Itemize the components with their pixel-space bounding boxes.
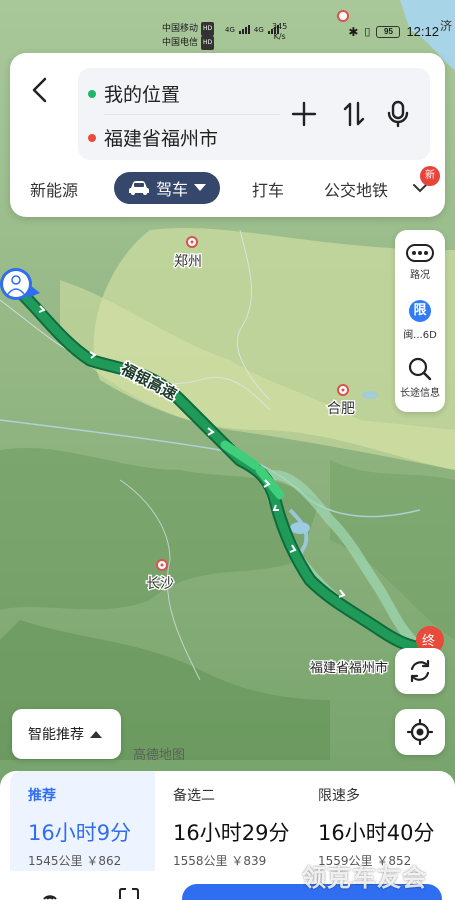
route-option-1[interactable]: 推荐 16小时9分 1545公里 ￥862 bbox=[10, 771, 155, 871]
share-icon[interactable] bbox=[118, 887, 140, 900]
carrier-info: 中国移动 HD 中国电信 HD bbox=[162, 22, 215, 50]
origin-dot-icon bbox=[88, 90, 96, 98]
tab-new-energy[interactable]: 新能源 bbox=[30, 177, 78, 201]
new-badge: 新 bbox=[420, 166, 440, 186]
traffic-label: 路况 bbox=[410, 270, 430, 281]
clock: 12:12 bbox=[406, 24, 439, 39]
route-option-label: 备选二 bbox=[173, 788, 215, 804]
limit-icon: 限 bbox=[409, 300, 431, 322]
route-option-time: 16小时9分 bbox=[28, 821, 132, 845]
long-trip-label: 长途信息 bbox=[400, 388, 440, 399]
caret-up-icon bbox=[90, 730, 102, 738]
locate-icon bbox=[406, 718, 434, 746]
svg-text:郑州: 郑州 bbox=[174, 254, 202, 270]
locate-button[interactable] bbox=[395, 709, 445, 755]
transport-mode-tabs: 新能源 驾车 打车 公交地铁 新 bbox=[10, 166, 445, 206]
battery-icon: 95 bbox=[376, 25, 401, 38]
watermark: 领克车友会 bbox=[302, 864, 427, 892]
carrier-2: 中国电信 bbox=[162, 38, 199, 48]
microphone-icon[interactable] bbox=[384, 100, 412, 128]
destination-city-label: 福建省福州市 bbox=[310, 660, 388, 676]
route-option-2[interactable]: 备选二 16小时29分 1558公里 ￥839 bbox=[155, 771, 300, 871]
svg-text:长沙: 长沙 bbox=[146, 576, 174, 592]
map-tools-panel: 路况 限 闽...6D 长途信息 bbox=[395, 230, 445, 412]
refresh-icon bbox=[410, 659, 430, 683]
refresh-route-button[interactable] bbox=[395, 648, 445, 694]
route-option-meta: 1558公里 ￥839 bbox=[173, 854, 267, 868]
swap-route-icon[interactable] bbox=[340, 100, 368, 128]
destination-input[interactable]: 福建省福州市 bbox=[104, 124, 218, 151]
svg-text:终: 终 bbox=[422, 633, 435, 649]
long-trip-button[interactable]: 长途信息 bbox=[395, 356, 445, 399]
origin-input[interactable]: 我的位置 bbox=[104, 80, 180, 107]
tab-transit[interactable]: 公交地铁 bbox=[324, 177, 424, 201]
vibrate-icon: ▯ bbox=[364, 26, 371, 38]
add-waypoint-icon[interactable] bbox=[290, 100, 318, 128]
traffic-icon bbox=[406, 244, 434, 262]
limit-label: 闽...6D bbox=[403, 330, 437, 341]
svg-text:合肥: 合肥 bbox=[327, 401, 355, 417]
back-icon[interactable] bbox=[28, 75, 52, 105]
route-option-time: 16小时29分 bbox=[173, 821, 290, 845]
route-search-card: 我的位置 福建省福州市 新能源 驾车 打车 公交地铁 新 bbox=[10, 53, 445, 217]
amap-logo: 高德地图 bbox=[133, 748, 186, 763]
route-option-3[interactable]: 限速多 16小时40分 1559公里 ￥852 bbox=[300, 771, 445, 871]
route-input-box: 我的位置 福建省福州市 bbox=[78, 68, 430, 160]
smart-recommend-button[interactable]: 智能推荐 bbox=[12, 709, 121, 759]
route-option-label: 推荐 bbox=[28, 788, 56, 804]
tab-drive[interactable]: 驾车 bbox=[114, 172, 220, 204]
route-option-time: 16小时40分 bbox=[318, 821, 435, 845]
car-icon bbox=[128, 181, 149, 195]
destination-dot-icon bbox=[88, 134, 96, 142]
status-bar: 中国移动 HD 中国电信 HD 4G 4G 345 K/s ✱ ▯ 95 12:12 bbox=[0, 0, 455, 50]
sound-icon[interactable] bbox=[40, 887, 60, 900]
carrier-1: 中国移动 bbox=[162, 24, 199, 34]
traffic-button[interactable]: 路况 bbox=[395, 244, 445, 281]
plate-limit-button[interactable]: 限 闽...6D bbox=[395, 300, 445, 341]
tab-drive-label: 驾车 bbox=[155, 180, 188, 199]
smart-recommend-label: 智能推荐 bbox=[28, 727, 84, 743]
route-option-label: 限速多 bbox=[318, 788, 360, 804]
caret-down-icon bbox=[194, 184, 206, 191]
tab-taxi[interactable]: 打车 bbox=[252, 177, 284, 201]
route-option-meta: 1545公里 ￥862 bbox=[28, 854, 122, 868]
signal-icon: 4G 4G bbox=[225, 25, 279, 34]
network-speed: 345 K/s bbox=[272, 22, 288, 41]
divider bbox=[104, 114, 280, 115]
search-icon bbox=[408, 357, 432, 381]
bluetooth-icon: ✱ bbox=[348, 24, 359, 39]
